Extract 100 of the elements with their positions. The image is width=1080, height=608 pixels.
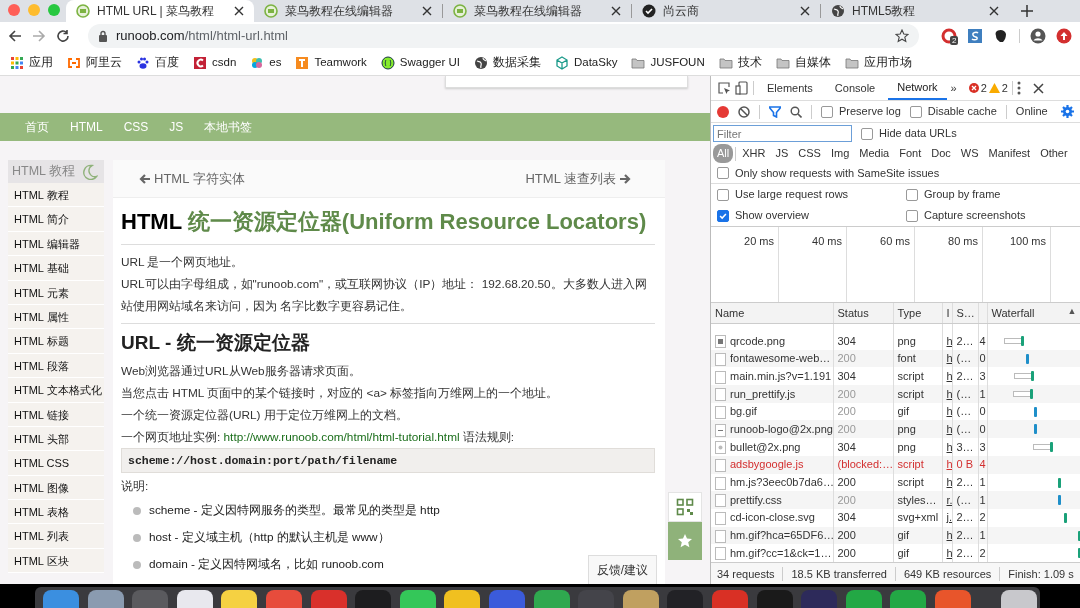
- qr-code-button[interactable]: [668, 492, 702, 522]
- clear-icon[interactable]: [738, 105, 750, 118]
- more-tabs-button[interactable]: »: [950, 79, 957, 97]
- file-name[interactable]: qrcode.png: [730, 334, 786, 347]
- next-link[interactable]: HTML 速查列表: [525, 168, 631, 189]
- checkbox[interactable]: [861, 127, 873, 140]
- browser-tab[interactable]: HTML URL | 菜鸟教程: [66, 0, 254, 22]
- window-control-icon[interactable]: [8, 4, 20, 16]
- sort-indicator[interactable]: ▲: [1067, 304, 1077, 318]
- close-icon[interactable]: [234, 6, 244, 16]
- bookmark-link[interactable]: 百度: [155, 53, 179, 72]
- sidebar-item[interactable]: HTML 属性: [8, 304, 104, 330]
- bookmark-link[interactable]: es: [269, 53, 282, 72]
- bookmark-link[interactable]: csdn: [212, 53, 237, 72]
- bookmark-link[interactable]: 数据采集: [492, 53, 541, 72]
- type-filter[interactable]: WS: [956, 144, 983, 163]
- sidebar-item[interactable]: HTML 简介: [8, 207, 104, 232]
- devtools-tab[interactable]: Elements: [758, 76, 822, 100]
- checkbox[interactable]: [717, 209, 729, 222]
- sidebar-item[interactable]: HTML 图像: [8, 475, 104, 501]
- throttle-dropdown[interactable]: Online: [1015, 103, 1048, 120]
- link[interactable]: http://www.runoob.com/html/html-tutorial.html: [223, 430, 460, 444]
- type-filter[interactable]: CSS: [794, 144, 825, 163]
- sidebar-item[interactable]: HTML 文本格式化: [8, 378, 104, 403]
- sidebar-item[interactable]: HTML 表格: [8, 500, 104, 525]
- sidebar-item[interactable]: HTML 头部: [8, 426, 104, 452]
- forward-icon[interactable]: [32, 29, 46, 43]
- checkbox[interactable]: [906, 188, 918, 201]
- feedback-button[interactable]: 反馈/建议: [588, 555, 657, 584]
- file-name[interactable]: hm.gif?cc=1&ck=1…: [730, 546, 832, 559]
- file-name[interactable]: hm.js?3eec0b7da6…: [730, 476, 832, 489]
- type-filter[interactable]: Manifest: [984, 144, 1035, 163]
- file-name[interactable]: bg.gif: [730, 405, 757, 418]
- type-filter[interactable]: Doc: [927, 144, 955, 163]
- checkbox[interactable]: [909, 105, 922, 118]
- address-bar[interactable]: runoob.com/html/html-url.html: [88, 24, 919, 48]
- upload-icon[interactable]: [1056, 28, 1072, 44]
- sidebar-item[interactable]: HTML 标题: [8, 329, 104, 354]
- favorite-button[interactable]: [668, 522, 702, 560]
- type-filter[interactable]: Font: [895, 144, 926, 163]
- extension-icon[interactable]: [967, 28, 983, 44]
- search-field[interactable]: [445, 76, 688, 88]
- back-icon[interactable]: [8, 29, 22, 43]
- bookmark-link[interactable]: 阿里云: [86, 53, 122, 72]
- checkbox[interactable]: [717, 188, 729, 201]
- file-name[interactable]: main.min.js?v=1.191: [730, 369, 832, 382]
- sidebar-item[interactable]: HTML 教程: [8, 183, 104, 208]
- browser-tab[interactable]: 菜鸟教程在线编辑器: [443, 0, 631, 22]
- type-filter[interactable]: XHR: [738, 144, 770, 163]
- device-icon[interactable]: [735, 81, 749, 95]
- bookmark-link[interactable]: DataSky: [573, 53, 618, 72]
- column-header[interactable]: Waterfall: [991, 306, 1035, 319]
- type-filter[interactable]: Img: [826, 144, 854, 163]
- profile-icon[interactable]: [1030, 28, 1046, 44]
- close-icon[interactable]: [989, 6, 999, 16]
- browser-tab[interactable]: 菜鸟教程在线编辑器: [254, 0, 442, 22]
- devtools-tab[interactable]: Console: [825, 76, 885, 100]
- bookmark-link[interactable]: 应用: [29, 53, 53, 72]
- close-icon[interactable]: [800, 6, 810, 16]
- type-filter[interactable]: Media: [855, 144, 894, 163]
- prev-link[interactable]: HTML 字符实体: [139, 168, 245, 189]
- filter-icon[interactable]: [769, 105, 781, 118]
- filter-field[interactable]: Filter: [713, 125, 852, 142]
- bookmark-star-icon[interactable]: [895, 29, 909, 43]
- browser-tab[interactable]: 尚云商: [632, 0, 820, 22]
- type-filter[interactable]: JS: [771, 144, 793, 163]
- bookmark-link[interactable]: Teamwork: [314, 53, 367, 72]
- file-name[interactable]: cd-icon-close.svg: [730, 511, 815, 524]
- sidebar-item[interactable]: HTML 段落: [8, 353, 104, 379]
- sidebar-item[interactable]: HTML 区块: [8, 548, 104, 574]
- record-icon[interactable]: [717, 105, 729, 118]
- checkbox[interactable]: [906, 209, 918, 222]
- checkbox[interactable]: [717, 167, 729, 179]
- sidebar-item[interactable]: HTML CSS: [8, 451, 104, 476]
- sidebar-item[interactable]: HTML 链接: [8, 402, 104, 427]
- settings-icon[interactable]: [1061, 105, 1074, 118]
- new-tab-icon[interactable]: [1021, 5, 1033, 17]
- sidebar-item[interactable]: HTML 基础: [8, 256, 104, 281]
- bookmark-link[interactable]: 自媒体: [794, 53, 831, 72]
- reload-icon[interactable]: [56, 29, 70, 43]
- initiator-link[interactable]: j.: [946, 511, 951, 524]
- sidebar-item[interactable]: HTML 元素: [8, 280, 104, 305]
- bookmark-link[interactable]: 技术: [737, 53, 762, 72]
- type-filter[interactable]: Other: [1036, 144, 1072, 163]
- file-name[interactable]: bullet@2x.png: [730, 440, 801, 453]
- bookmark-link[interactable]: 应用市场: [863, 53, 912, 72]
- devtools-tab[interactable]: Network: [888, 76, 947, 100]
- inspect-icon[interactable]: [717, 81, 731, 95]
- close-icon[interactable]: [611, 6, 621, 16]
- sidebar-item[interactable]: HTML 列表: [8, 524, 104, 549]
- close-icon[interactable]: [422, 6, 432, 16]
- bookmark-link[interactable]: Swagger UI: [399, 53, 460, 72]
- checkbox[interactable]: [821, 105, 833, 118]
- close-icon[interactable]: [1032, 82, 1044, 94]
- bookmark-link[interactable]: JUSFOUN: [650, 53, 705, 72]
- column-header[interactable]: Name: [715, 306, 745, 319]
- more-icon[interactable]: [1016, 81, 1021, 95]
- extension-icon[interactable]: [941, 28, 957, 44]
- sidebar-item[interactable]: HTML 编辑器: [8, 231, 104, 257]
- search-icon[interactable]: [790, 105, 802, 118]
